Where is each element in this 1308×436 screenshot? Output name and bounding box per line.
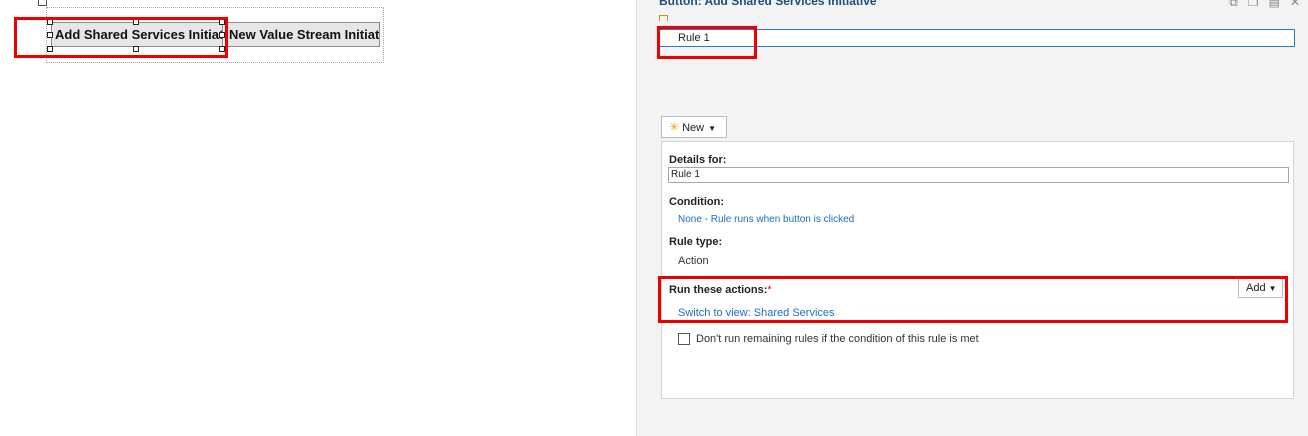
selection-handle[interactable]	[133, 19, 139, 25]
run-actions-text: Run these actions:	[669, 284, 768, 296]
add-button-label: Add	[1246, 282, 1266, 294]
selection-handle[interactable]	[219, 32, 225, 38]
selection-handle[interactable]	[219, 19, 225, 25]
selection-handle[interactable]	[47, 32, 53, 38]
copy-rule-icon[interactable]: ⧉	[1229, 0, 1238, 10]
action-item-link[interactable]: Switch to view: Shared Services	[678, 307, 835, 319]
condition-link[interactable]: None - Rule runs when button is clicked	[678, 214, 854, 225]
rule-list-item[interactable]: Rule 1	[657, 29, 1295, 47]
chevron-down-icon: ▼	[708, 124, 716, 133]
required-marker: *	[767, 284, 772, 296]
selection-handle[interactable]	[219, 46, 225, 52]
add-action-button[interactable]: Add ▼	[1238, 278, 1283, 298]
table-anchor-handle[interactable]	[38, 0, 47, 6]
rule-name-field[interactable]: Rule 1	[668, 167, 1289, 183]
new-star-icon: ✳	[669, 120, 680, 134]
rules-pane: Button: Add Shared Services Initiative ⧉…	[636, 0, 1308, 436]
rule-type-label: Rule type:	[669, 236, 723, 248]
new-value-stream-button[interactable]: New Value Stream Initiative	[225, 22, 380, 47]
rule-marker-icon	[659, 15, 668, 21]
add-shared-services-button[interactable]: Add Shared Services Initiative	[51, 22, 223, 47]
new-button-label: New	[682, 122, 705, 134]
pane-title: Button: Add Shared Services Initiative	[659, 0, 877, 8]
design-canvas: Add Shared Services Initiative New Value…	[0, 0, 636, 436]
run-actions-label: Run these actions:*	[669, 284, 772, 296]
chevron-down-icon: ▼	[1268, 284, 1277, 293]
dont-run-remaining-checkbox[interactable]	[678, 333, 690, 345]
details-for-label: Details for:	[669, 154, 727, 166]
manage-rules-icon[interactable]: ▤	[1269, 0, 1280, 10]
pane-toolbar: ⧉ ❐ ▤ ✕	[1229, 0, 1300, 10]
new-rule-button[interactable]: ✳ New ▼	[661, 116, 727, 138]
checkbox-label: Don't run remaining rules if the conditi…	[696, 333, 979, 345]
condition-label: Condition:	[669, 196, 724, 208]
close-icon[interactable]: ✕	[1290, 0, 1300, 10]
selection-handle[interactable]	[47, 19, 53, 25]
selection-handle[interactable]	[47, 46, 53, 52]
selection-handle[interactable]	[133, 46, 139, 52]
rule-details-panel: Details for: Rule 1 Condition: None - Ru…	[661, 141, 1294, 399]
rule-type-value: Action	[678, 255, 709, 267]
dont-run-remaining-option[interactable]: Don't run remaining rules if the conditi…	[678, 333, 979, 345]
paste-rule-icon[interactable]: ❐	[1248, 0, 1259, 10]
